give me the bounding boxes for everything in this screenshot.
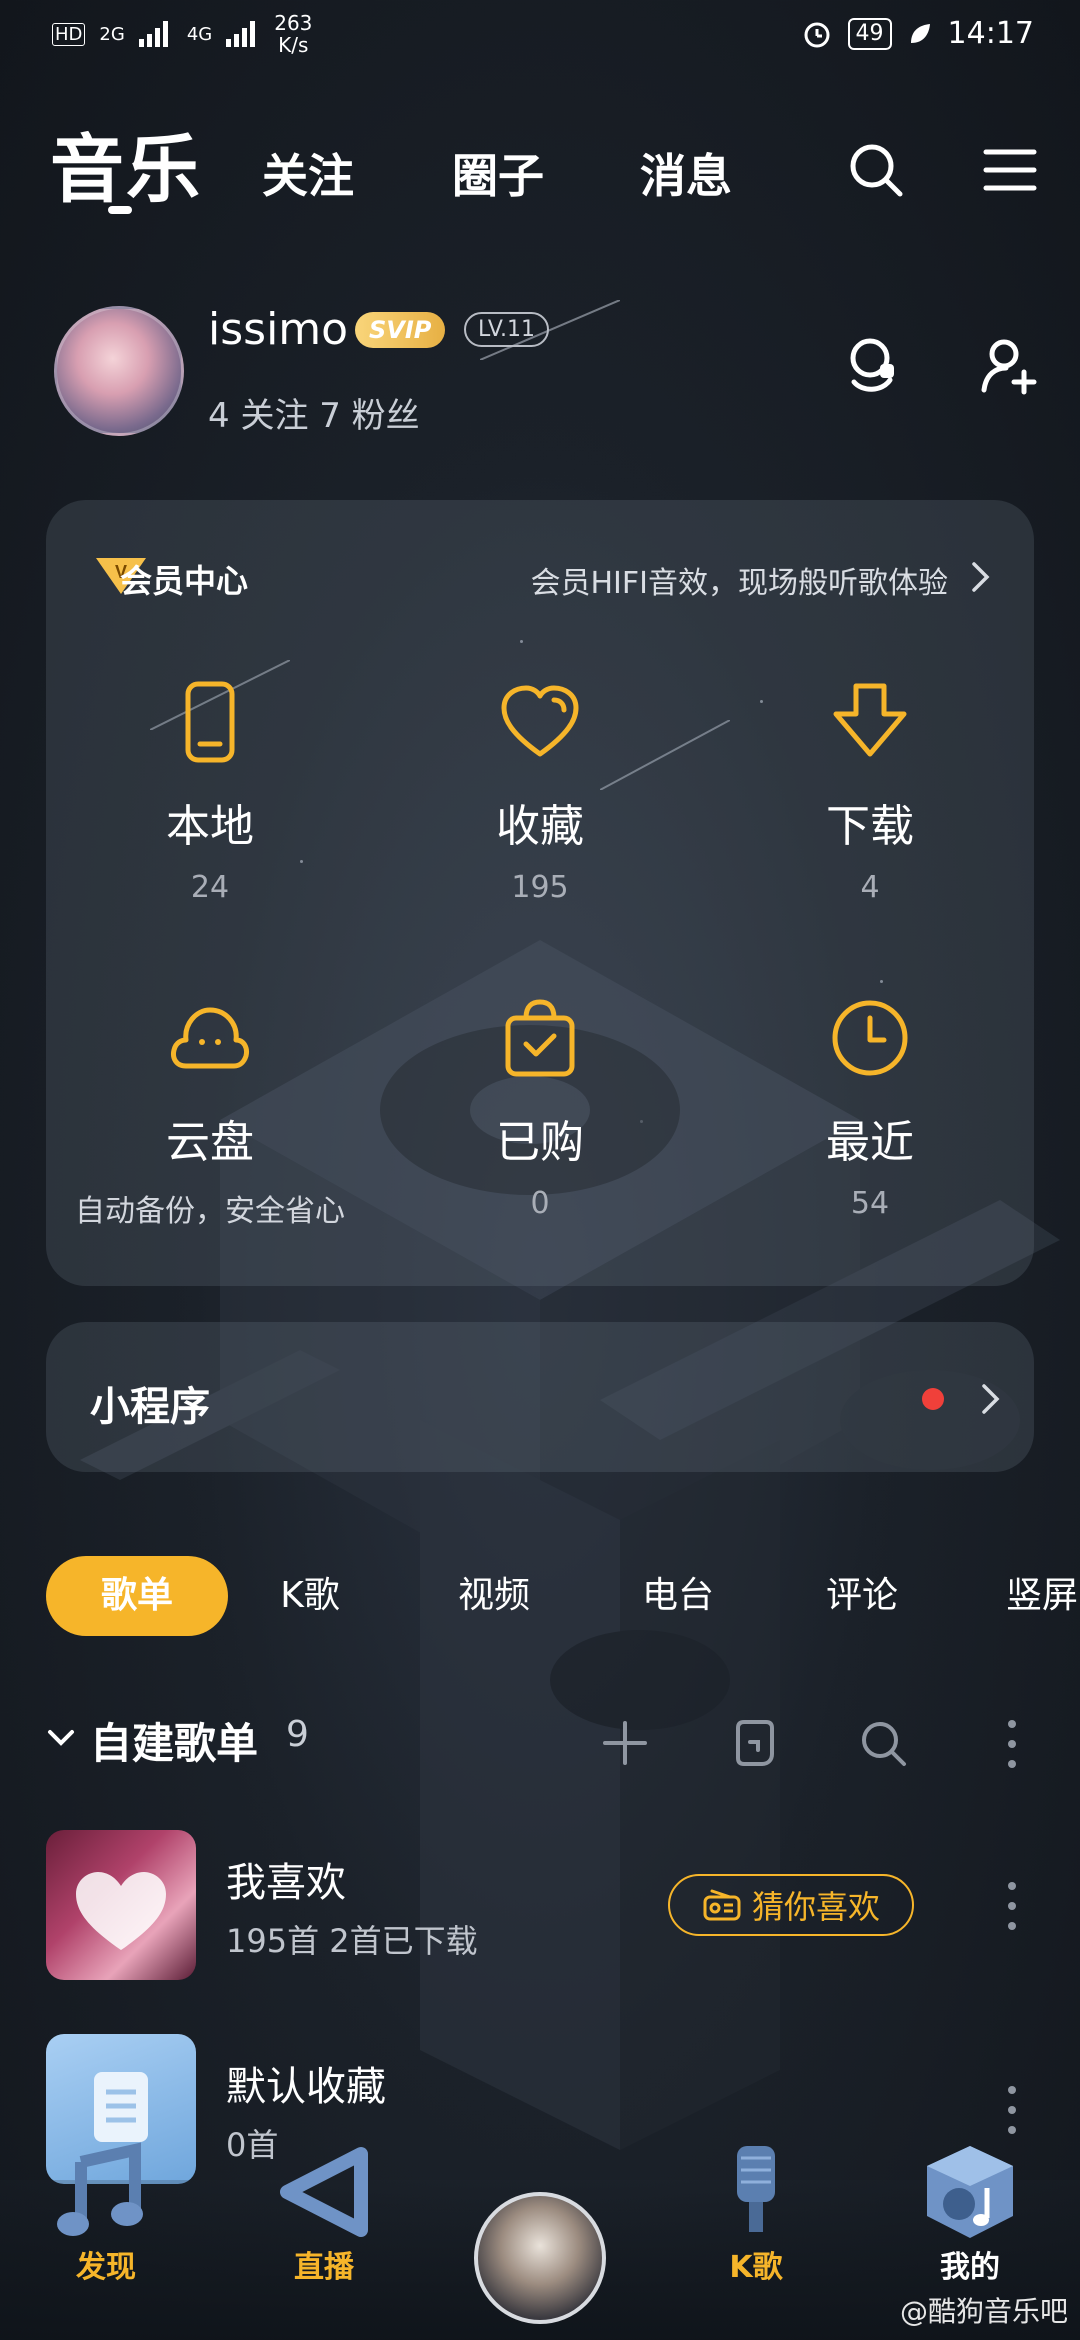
status-bar: HD 2G 4G 263 K/s 49 14:17 (0, 0, 1080, 74)
vip-center-title[interactable]: 会员中心 (120, 556, 248, 602)
grid-item-cloud[interactable]: 云盘 自动备份，安全省心 (60, 996, 360, 1230)
network-speed: 263 K/s (274, 12, 312, 56)
signal-4g: 4G (186, 23, 213, 45)
active-tab-indicator (108, 206, 132, 214)
tab-playlists[interactable]: 歌单 (46, 1556, 228, 1636)
tab-follow[interactable]: 关注 (262, 140, 354, 206)
grid-count: 195 (511, 870, 569, 905)
chevron-right-icon[interactable] (980, 1382, 1002, 1416)
radio-icon (703, 1889, 741, 1921)
speed-value: 263 (274, 11, 313, 35)
mini-program-title[interactable]: 小程序 (90, 1374, 210, 1432)
content-tabs: 歌单 K歌 视频 电台 评论 竖屏 (46, 1556, 1080, 1636)
guess-you-like-button[interactable]: 猜你喜欢 (668, 1874, 914, 1936)
tab-videos[interactable]: 视频 (444, 1556, 544, 1636)
chevron-down-icon[interactable] (46, 1726, 76, 1750)
cloud-icon (171, 1007, 249, 1069)
grid-count: 54 (850, 1186, 890, 1221)
grid-label: 最近 (826, 1117, 914, 1168)
battery-indicator: 49 (847, 17, 892, 50)
guess-you-like-label: 猜你喜欢 (751, 1888, 880, 1926)
add-icon[interactable] (600, 1718, 650, 1768)
more-options-icon[interactable] (1002, 2080, 1022, 2140)
tab-comments[interactable]: 评论 (812, 1556, 912, 1636)
tab-radio[interactable]: 电台 (628, 1556, 728, 1636)
section-count: 9 (286, 1714, 309, 1755)
more-options-icon[interactable] (1002, 1876, 1022, 1936)
music-note-icon (57, 2142, 143, 2236)
shopping-bag-icon (505, 999, 575, 1077)
grid-item-purchased[interactable]: 已购 0 (390, 996, 690, 1221)
tab-circle[interactable]: 圈子 (452, 140, 544, 206)
signal-icon (226, 21, 256, 47)
tab-karaoke[interactable]: K歌 (260, 1556, 360, 1636)
notification-dot (922, 1388, 944, 1410)
import-icon[interactable] (730, 1718, 780, 1768)
svip-badge[interactable]: SVIP (355, 312, 446, 348)
heart-overlay-icon (76, 1872, 166, 1950)
menu-icon[interactable] (980, 140, 1040, 200)
music-box-icon (927, 2146, 1013, 2238)
watermark: @酷狗音乐吧 (899, 2295, 1068, 2328)
nav-discover[interactable]: 发现 (26, 2142, 186, 2286)
username[interactable]: issimo (208, 304, 348, 355)
grid-label: 本地 (166, 801, 254, 852)
playlist-name[interactable]: 我喜欢 (226, 1850, 346, 1908)
level-badge[interactable]: LV.11 (464, 312, 550, 347)
grid-subtitle: 自动备份，安全省心 (75, 1194, 345, 1229)
follow-stats[interactable]: 4 关注 7 粉丝 (208, 388, 420, 437)
chevron-right-icon[interactable] (970, 560, 992, 594)
tab-messages[interactable]: 消息 (640, 140, 732, 206)
signal-2g: 2G (99, 23, 125, 45)
microphone-icon (737, 2146, 775, 2232)
nav-label: 我的 (940, 2250, 1000, 2285)
phone-icon (185, 681, 235, 763)
tab-music[interactable]: 音乐 (50, 110, 202, 217)
grid-count: 4 (860, 870, 880, 905)
avatar[interactable] (54, 306, 184, 436)
speed-unit: K/s (278, 33, 309, 57)
network-badge: HD (52, 22, 86, 46)
grid-item-download[interactable]: 下载 4 (720, 680, 1020, 905)
section-title[interactable]: 自建歌单 (90, 1710, 258, 1771)
signal-icon (138, 21, 168, 47)
grid-label: 下载 (826, 801, 914, 852)
nav-mine[interactable]: 我的 (890, 2142, 1050, 2286)
grid-item-favorites[interactable]: 收藏 195 (390, 680, 690, 905)
grid-label: 收藏 (496, 801, 584, 852)
grid-item-recent[interactable]: 最近 54 (720, 996, 1020, 1221)
nav-live[interactable]: 直播 (244, 2142, 404, 2286)
grid-label: 已购 (496, 1117, 584, 1168)
search-icon[interactable] (846, 140, 906, 200)
play-triangle-icon (280, 2147, 368, 2237)
nav-label: 发现 (76, 2250, 136, 2285)
tab-vertical[interactable]: 竖屏 (1006, 1556, 1080, 1636)
playlist-name[interactable]: 默认收藏 (226, 2054, 386, 2112)
grid-item-local[interactable]: 本地 24 (60, 680, 360, 905)
playlist-cover[interactable] (46, 1830, 196, 1980)
nav-karaoke[interactable]: K歌 (676, 2142, 836, 2286)
search-icon[interactable] (858, 1718, 908, 1768)
nav-label: 直播 (294, 2250, 354, 2285)
alarm-icon (804, 22, 830, 47)
add-friend-icon[interactable] (980, 336, 1040, 396)
top-navigation: 音乐 关注 圈子 消息 (0, 110, 1080, 220)
vip-description[interactable]: 会员HIFI音效，现场般听歌体验 (530, 558, 948, 602)
playlist-subtitle: 195首 2首已下载 (226, 1922, 478, 1960)
heart-icon (501, 685, 579, 757)
now-playing-disc[interactable] (474, 2192, 606, 2324)
clock-icon (832, 1000, 908, 1076)
download-icon (833, 683, 907, 757)
grid-count: 0 (530, 1186, 550, 1221)
clock-time: 14:17 (947, 16, 1034, 51)
leaf-icon (910, 23, 930, 43)
voice-assistant-icon[interactable] (842, 334, 902, 398)
grid-label: 云盘 (166, 1117, 254, 1168)
nav-label: K歌 (729, 2250, 783, 2285)
more-options-icon[interactable] (1002, 1714, 1022, 1774)
grid-count: 24 (190, 870, 230, 905)
